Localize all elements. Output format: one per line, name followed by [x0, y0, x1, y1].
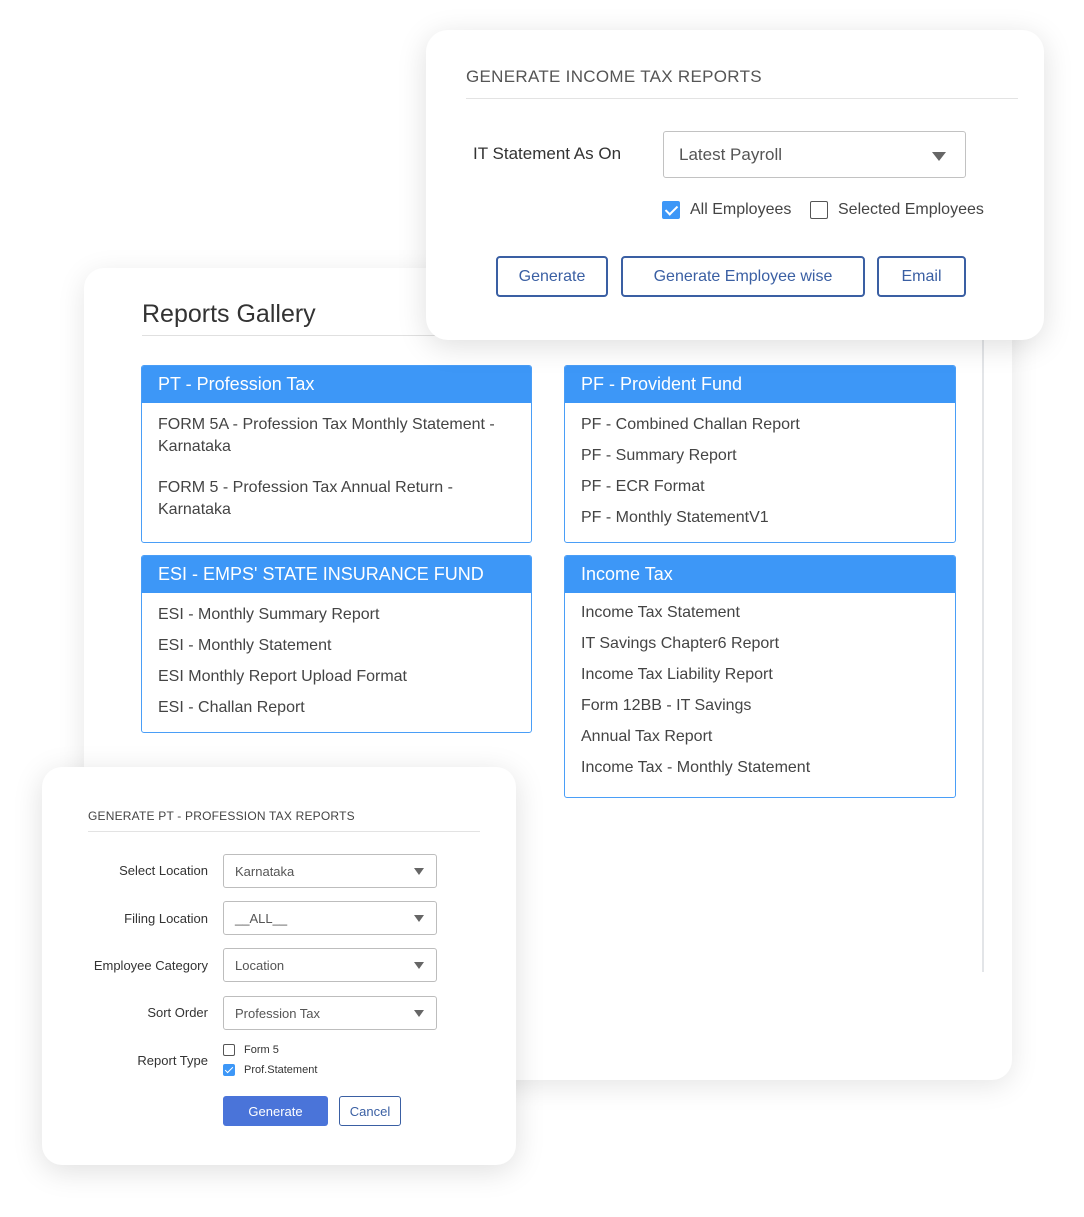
stage: Reports Gallery PT - Profession Tax FORM…: [0, 0, 1084, 1217]
card-profession-tax: PT - Profession Tax FORM 5A - Profession…: [141, 365, 532, 543]
employee-category-dropdown[interactable]: Location: [223, 948, 437, 982]
sort-order-dropdown[interactable]: Profession Tax: [223, 996, 437, 1030]
report-link-pf-ecr-format[interactable]: PF - ECR Format: [581, 476, 939, 498]
card-header-provident-fund: PF - Provident Fund: [565, 366, 955, 403]
it-statement-select[interactable]: Latest Payroll: [663, 131, 966, 178]
card-income-tax: Income Tax Income Tax Statement IT Savin…: [564, 555, 956, 798]
select-location-label: Select Location: [119, 863, 208, 878]
chevron-down-icon: [932, 152, 946, 161]
report-link-pf-combined-challan[interactable]: PF - Combined Challan Report: [581, 414, 939, 436]
report-link-esi-monthly-statement[interactable]: ESI - Monthly Statement: [158, 635, 515, 657]
it-generate-employee-wise-button[interactable]: Generate Employee wise: [621, 256, 865, 297]
pt-dialog-title: GENERATE PT - PROFESSION TAX REPORTS: [88, 809, 355, 823]
report-link-esi-monthly-summary[interactable]: ESI - Monthly Summary Report: [158, 604, 515, 626]
select-location-value: Karnataka: [235, 864, 295, 879]
all-employees-label: All Employees: [690, 201, 792, 218]
report-link-income-tax-monthly[interactable]: Income Tax - Monthly Statement: [581, 757, 939, 779]
sort-order-value: Profession Tax: [235, 1006, 321, 1021]
report-link-esi-challan[interactable]: ESI - Challan Report: [158, 697, 515, 719]
chevron-down-icon: [414, 962, 424, 969]
it-dialog-title: GENERATE INCOME TAX REPORTS: [466, 67, 762, 86]
filing-location-value: __ALL__: [235, 911, 288, 926]
report-link-annual-tax[interactable]: Annual Tax Report: [581, 726, 939, 748]
card-header-income-tax: Income Tax: [565, 556, 955, 593]
form5-label: Form 5: [244, 1044, 279, 1056]
profession-tax-reports-dialog: GENERATE PT - PROFESSION TAX REPORTS Sel…: [42, 767, 516, 1165]
sort-order-label: Sort Order: [147, 1005, 208, 1020]
filing-location-label: Filing Location: [124, 911, 208, 926]
report-link-it-savings-chapter6[interactable]: IT Savings Chapter6 Report: [581, 633, 939, 655]
it-statement-label: IT Statement As On: [473, 144, 622, 163]
prof-statement-checkbox[interactable]: [223, 1064, 235, 1076]
all-employees-option[interactable]: All Employees: [662, 201, 791, 219]
employee-category-value: Location: [235, 958, 285, 973]
report-link-form-5[interactable]: FORM 5 - Profession Tax Annual Return - …: [158, 477, 515, 521]
selected-employees-checkbox[interactable]: [810, 201, 828, 219]
chevron-down-icon: [414, 915, 424, 922]
selected-employees-option[interactable]: Selected Employees: [810, 201, 984, 219]
it-dialog-divider: [466, 98, 1018, 99]
report-type-form5-option[interactable]: Form 5: [223, 1044, 279, 1056]
report-link-pf-monthly-statement[interactable]: PF - Monthly StatementV1: [581, 507, 939, 529]
report-link-esi-upload-format[interactable]: ESI Monthly Report Upload Format: [158, 666, 515, 688]
chevron-down-icon: [414, 868, 424, 875]
report-link-form-5a[interactable]: FORM 5A - Profession Tax Monthly Stateme…: [158, 414, 515, 458]
pt-dialog-divider: [88, 831, 480, 832]
pt-cancel-button[interactable]: Cancel: [339, 1096, 401, 1126]
it-statement-value: Latest Payroll: [679, 145, 782, 164]
it-generate-button[interactable]: Generate: [496, 256, 608, 297]
form5-checkbox[interactable]: [223, 1044, 235, 1056]
report-type-prof-statement-option[interactable]: Prof.Statement: [223, 1064, 317, 1076]
card-header-profession-tax: PT - Profession Tax: [142, 366, 531, 403]
selected-employees-label: Selected Employees: [838, 201, 984, 218]
pt-generate-button[interactable]: Generate: [223, 1096, 328, 1126]
employee-category-label: Employee Category: [93, 958, 208, 973]
report-link-income-tax-liability[interactable]: Income Tax Liability Report: [581, 664, 939, 686]
select-location-dropdown[interactable]: Karnataka: [223, 854, 437, 888]
gallery-scrollbar-track: [982, 340, 984, 972]
filing-location-dropdown[interactable]: __ALL__: [223, 901, 437, 935]
prof-statement-label: Prof.Statement: [244, 1064, 318, 1076]
report-link-form-12bb[interactable]: Form 12BB - IT Savings: [581, 695, 939, 717]
gallery-title-divider: [142, 335, 452, 336]
report-link-income-tax-statement[interactable]: Income Tax Statement: [581, 602, 939, 624]
gallery-title: Reports Gallery: [142, 300, 316, 328]
card-esi: ESI - EMPS' STATE INSURANCE FUND ESI - M…: [141, 555, 532, 733]
income-tax-reports-dialog: GENERATE INCOME TAX REPORTS IT Statement…: [426, 30, 1044, 340]
chevron-down-icon: [414, 1010, 424, 1017]
it-email-button[interactable]: Email: [877, 256, 966, 297]
card-provident-fund: PF - Provident Fund PF - Combined Challa…: [564, 365, 956, 543]
report-type-label: Report Type: [137, 1053, 208, 1068]
card-header-esi: ESI - EMPS' STATE INSURANCE FUND: [142, 556, 531, 593]
report-link-pf-summary[interactable]: PF - Summary Report: [581, 445, 939, 467]
all-employees-checkbox[interactable]: [662, 201, 680, 219]
